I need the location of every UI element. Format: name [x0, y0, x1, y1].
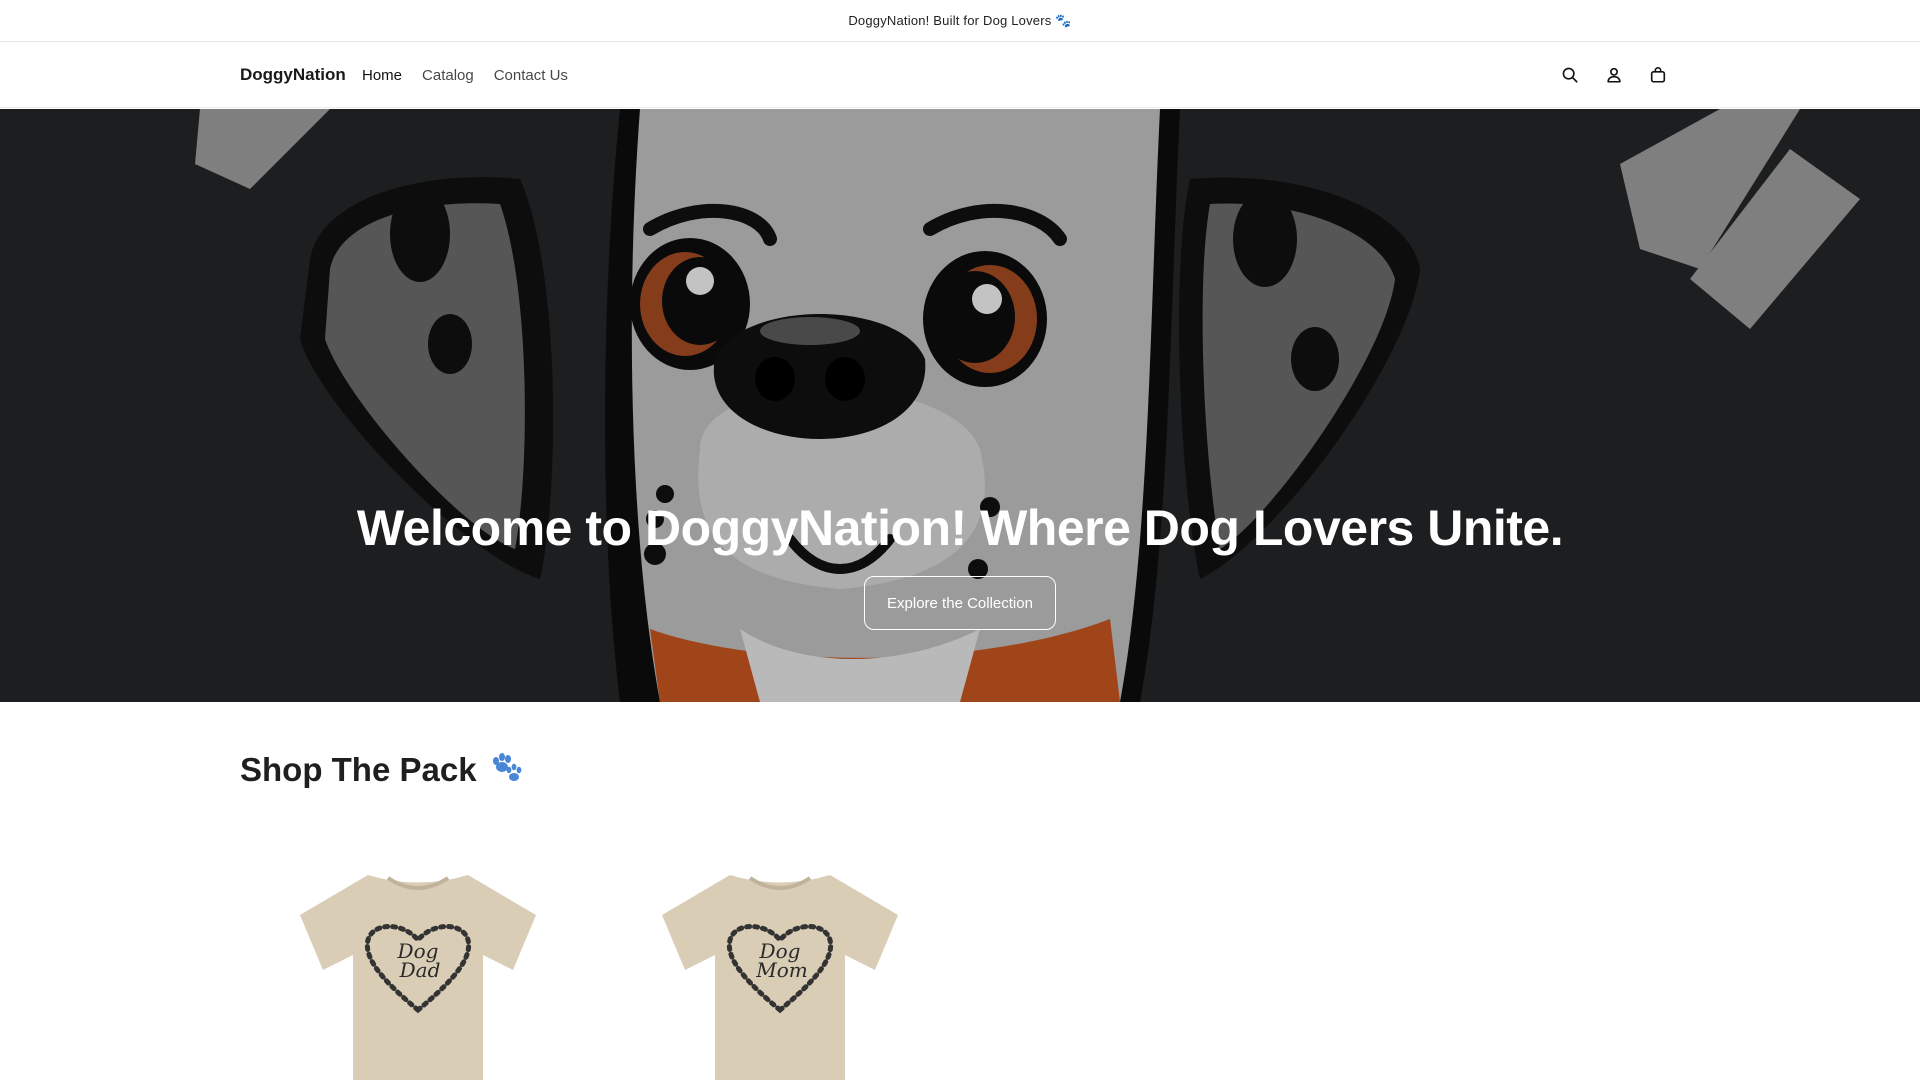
nav-catalog[interactable]: Catalog	[422, 67, 474, 84]
dog-dad-tshirt-image: Dog Dad	[300, 875, 536, 1080]
product-2-text-line2: Mom	[755, 958, 807, 982]
dog-mom-tshirt-image: Dog Mom	[662, 875, 898, 1080]
site-header: DoggyNation Home Catalog Contact Us	[0, 43, 1920, 108]
hero-banner: Welcome to DoggyNation! Where Dog Lovers…	[0, 109, 1920, 702]
store-logo[interactable]: DoggyNation	[240, 65, 346, 85]
collection-title-text: Shop The Pack	[240, 751, 477, 788]
cart-icon[interactable]	[1646, 63, 1670, 87]
header-icons	[1558, 63, 1670, 87]
nav-contact[interactable]: Contact Us	[494, 67, 568, 84]
account-icon[interactable]	[1602, 63, 1626, 87]
announcement-text: DoggyNation! Built for Dog Lovers 🐾	[848, 12, 1072, 28]
product-1-text-line2: Dad	[399, 958, 441, 982]
hero-title: Welcome to DoggyNation! Where Dog Lovers…	[356, 500, 1564, 556]
product-card-dog-dad[interactable]: Dog Dad	[268, 860, 568, 1080]
paw-prints-icon	[487, 748, 523, 792]
main-nav: Home Catalog Contact Us	[362, 67, 568, 84]
search-icon[interactable]	[1558, 63, 1582, 87]
explore-collection-button[interactable]: Explore the Collection	[864, 576, 1056, 630]
announcement-bar: DoggyNation! Built for Dog Lovers 🐾	[0, 0, 1920, 42]
product-card-dog-mom[interactable]: Dog Mom	[630, 860, 930, 1080]
nav-home[interactable]: Home	[362, 67, 402, 84]
collection-title: Shop The Pack	[240, 748, 523, 792]
